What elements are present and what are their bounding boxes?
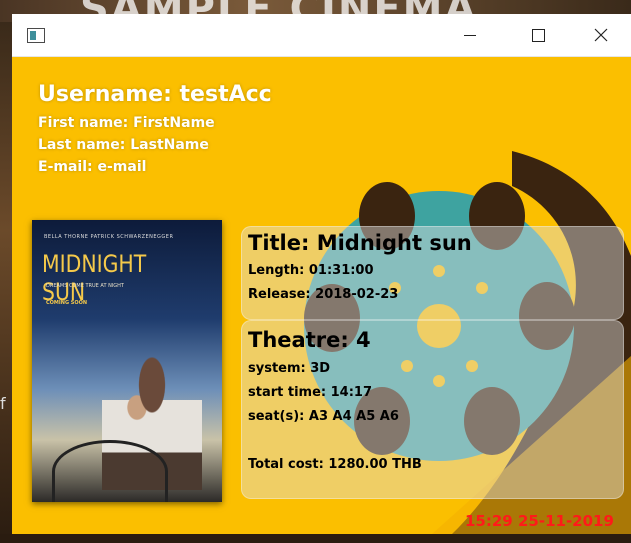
email-label: E-mail: e-mail [38, 159, 147, 175]
seats-label: seat(s): A3 A4 A5 A6 [248, 409, 399, 424]
booking-summary-window: Username: testAcc First name: FirstName … [12, 14, 631, 534]
system-label: system: 3D [248, 361, 331, 376]
title-bar[interactable] [12, 14, 631, 57]
movie-release: Release: 2018-02-23 [248, 287, 399, 302]
movie-title: Title: Midnight sun [248, 231, 472, 255]
total-cost-label: Total cost: 1280.00 THB [248, 457, 422, 472]
movie-poster: BELLA THORNE PATRICK SCHWARZENEGGER MIDN… [32, 220, 222, 502]
movie-details-card: Title: Midnight sun Length: 01:31:00 Rel… [241, 226, 624, 320]
background-app-bottom [0, 534, 631, 543]
username-label: Username: testAcc [38, 82, 272, 107]
user-info: Username: testAcc First name: FirstName … [38, 82, 272, 178]
content-area: Username: testAcc First name: FirstName … [12, 56, 631, 534]
maximize-icon [531, 28, 545, 42]
showing-details-card: Theatre: 4 system: 3D start time: 14:17 … [241, 320, 624, 499]
maximize-button[interactable] [515, 14, 561, 56]
theatre-label: Theatre: 4 [248, 328, 371, 352]
close-button[interactable] [578, 14, 624, 56]
minimize-button[interactable] [447, 14, 493, 56]
start-time-label: start time: 14:17 [248, 385, 373, 400]
app-window-icon [27, 28, 45, 43]
first-name-label: First name: FirstName [38, 115, 215, 131]
datetime-clock: 15:29 25-11-2019 [465, 512, 614, 530]
last-name-label: Last name: LastName [38, 137, 209, 153]
poster-coming-soon: COMING SOON [46, 300, 88, 306]
poster-credits: BELLA THORNE PATRICK SCHWARZENEGGER [44, 234, 174, 240]
poster-wheel-image [52, 440, 168, 502]
background-app-side: f [0, 22, 12, 543]
close-icon [594, 28, 608, 42]
background-side-letter: f [0, 394, 6, 413]
minimize-icon [464, 34, 476, 36]
movie-length: Length: 01:31:00 [248, 263, 374, 278]
poster-tagline: DREAMS COME TRUE AT NIGHT [46, 283, 124, 289]
poster-title: MIDNIGHT SUN [42, 250, 147, 306]
